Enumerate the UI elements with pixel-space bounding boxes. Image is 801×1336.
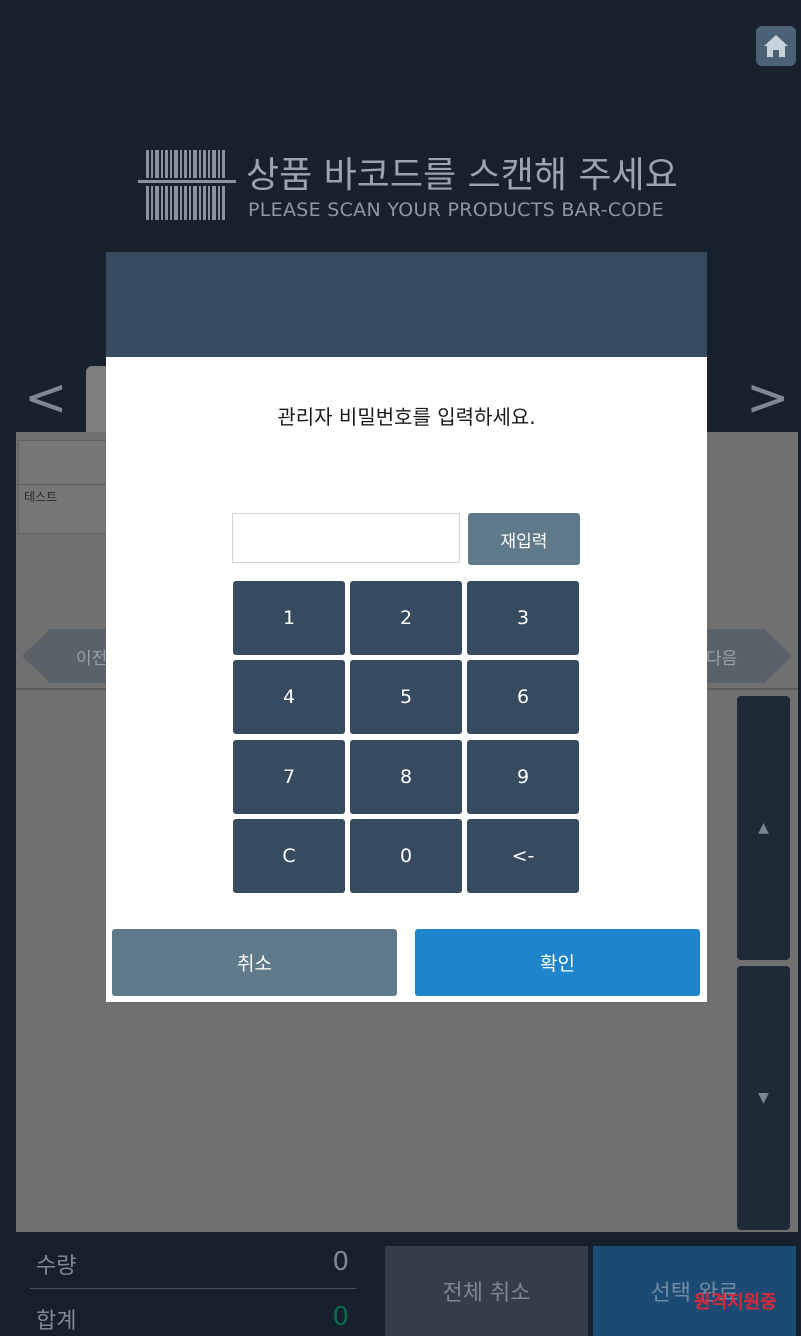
total-label: 합계 <box>36 1309 77 1334</box>
modal-header <box>106 252 707 357</box>
total-value: 0 <box>332 1302 349 1332</box>
remote-support-watermark: 원격지원중 <box>694 1292 777 1313</box>
home-button[interactable] <box>756 26 796 66</box>
page-prev-label: 이전 <box>76 649 108 669</box>
keypad-key-0[interactable]: 0 <box>350 819 462 893</box>
scroll-up-button[interactable]: ▲ <box>737 696 790 960</box>
home-icon <box>764 35 788 57</box>
product-card[interactable] <box>18 440 112 534</box>
quantity-label: 수량 <box>36 1254 77 1279</box>
keypad-key-6[interactable]: 6 <box>467 660 579 734</box>
caret-up-icon: ▲ <box>758 820 769 836</box>
keypad-key-3[interactable]: 3 <box>467 581 579 655</box>
admin-password-dialog: 관리자 비밀번호를 입력하세요. 재입력 1 2 3 4 5 6 7 8 9 C… <box>106 357 707 1002</box>
keypad-key-clear[interactable]: C <box>233 819 345 893</box>
quantity-value: 0 <box>332 1247 349 1277</box>
keypad-key-backspace[interactable]: <- <box>467 819 579 893</box>
page-subtitle: PLEASE SCAN YOUR PRODUCTS BAR-CODE <box>248 199 664 221</box>
card-divider <box>18 484 110 485</box>
reenter-button[interactable]: 재입력 <box>468 513 580 565</box>
keypad-key-9[interactable]: 9 <box>467 740 579 814</box>
password-input[interactable] <box>232 513 460 563</box>
keypad-key-4[interactable]: 4 <box>233 660 345 734</box>
product-card-label: 테스트 <box>24 490 58 504</box>
keypad-key-7[interactable]: 7 <box>233 740 345 814</box>
barcode-icon <box>138 150 236 220</box>
page-title: 상품 바코드를 스캔해 주세요 <box>246 155 678 196</box>
keypad-key-1[interactable]: 1 <box>233 581 345 655</box>
dialog-title: 관리자 비밀번호를 입력하세요. <box>277 405 536 429</box>
caret-down-icon: ▼ <box>758 1090 769 1106</box>
page-next-label: 다음 <box>706 649 738 669</box>
summary-divider <box>30 1288 356 1289</box>
confirm-button[interactable]: 확인 <box>415 929 700 996</box>
carousel-prev-arrow[interactable]: < <box>24 372 68 424</box>
cancel-button[interactable]: 취소 <box>112 929 397 996</box>
keypad-key-2[interactable]: 2 <box>350 581 462 655</box>
scroll-down-button[interactable]: ▼ <box>737 966 790 1230</box>
keypad-key-8[interactable]: 8 <box>350 740 462 814</box>
keypad-key-5[interactable]: 5 <box>350 660 462 734</box>
cancel-all-button[interactable]: 전체 취소 <box>385 1246 588 1336</box>
carousel-next-arrow[interactable]: > <box>746 372 790 424</box>
